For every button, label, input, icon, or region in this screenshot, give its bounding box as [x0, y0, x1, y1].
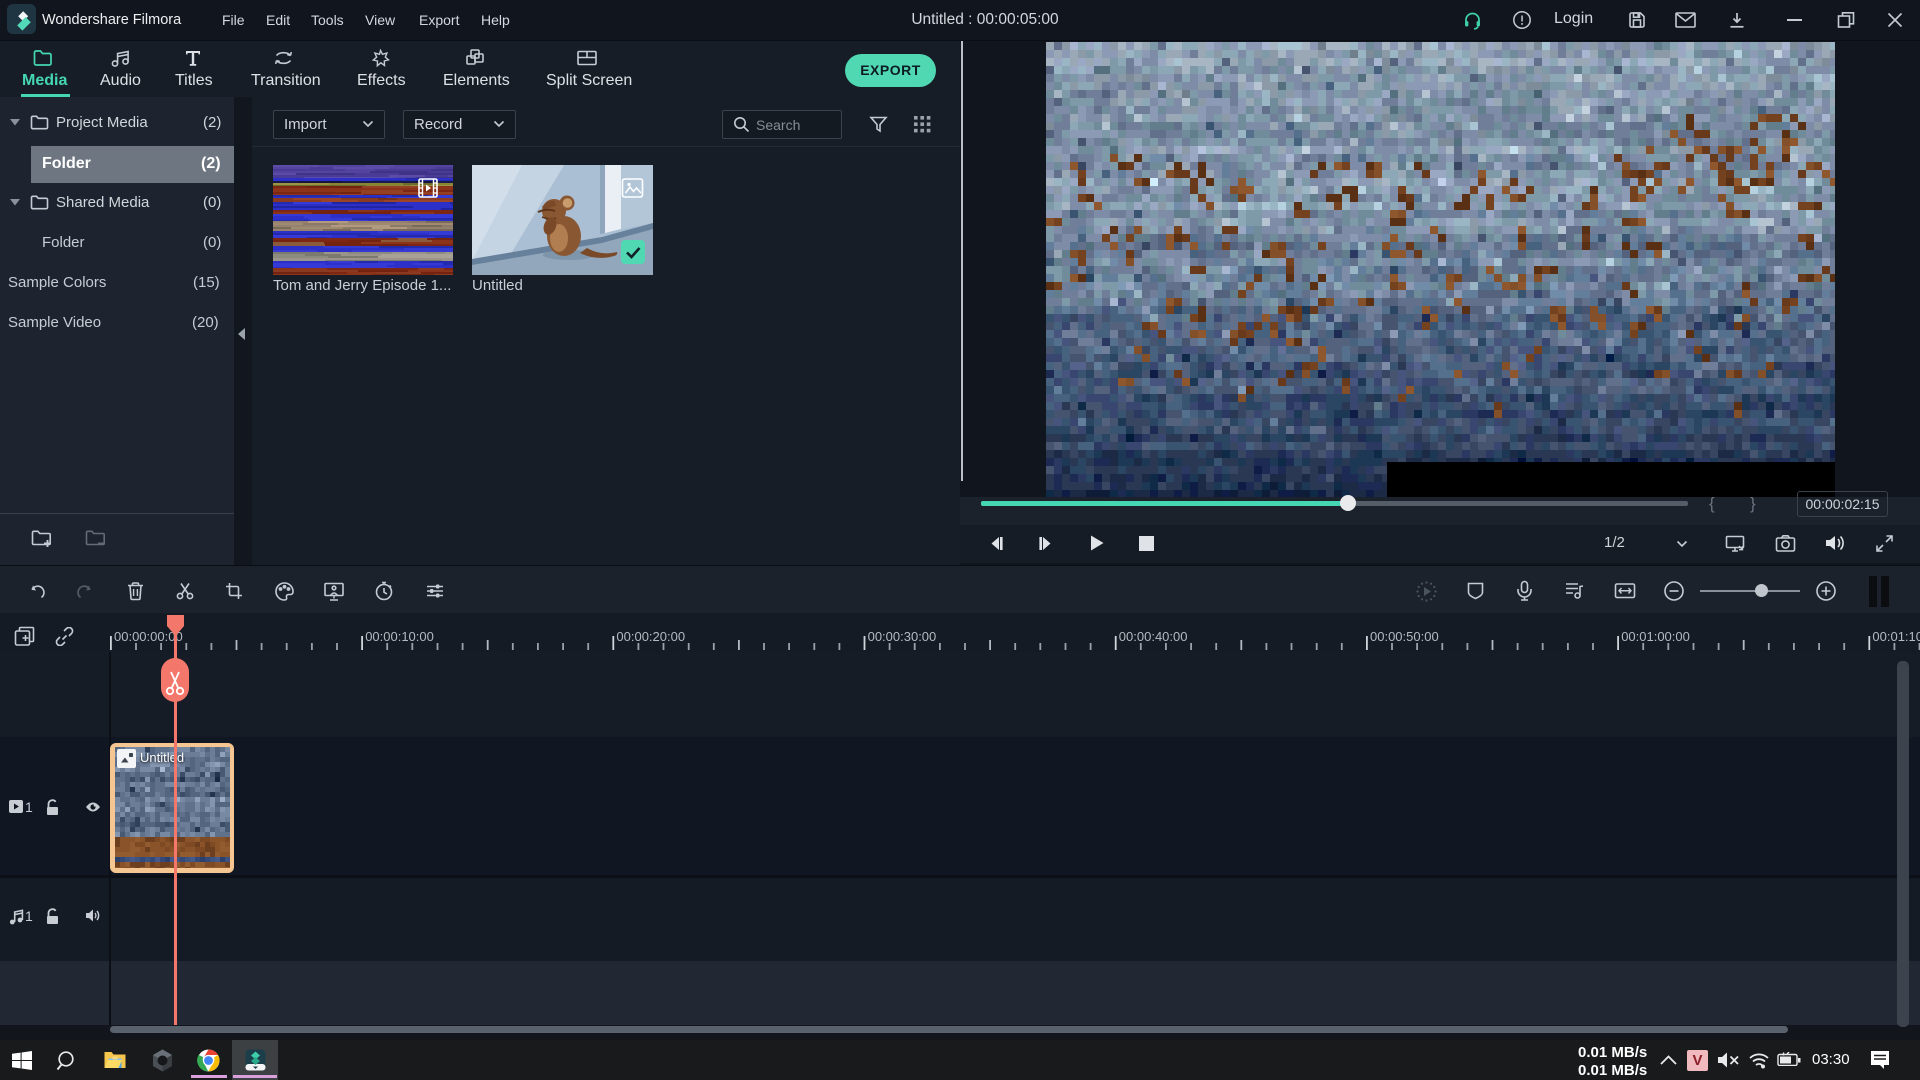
svg-text:00:01:00:00: 00:01:00:00	[1621, 629, 1690, 644]
svg-text:00:00:50:00: 00:00:50:00	[1370, 629, 1439, 644]
svg-text:00:00:20:00: 00:00:20:00	[616, 629, 685, 644]
svg-text:00:00:10:00: 00:00:10:00	[365, 629, 434, 644]
svg-text:00:00:30:00: 00:00:30:00	[868, 629, 937, 644]
svg-text:00:01:10:0: 00:01:10:0	[1872, 629, 1920, 644]
svg-text:00:00:40:00: 00:00:40:00	[1119, 629, 1188, 644]
